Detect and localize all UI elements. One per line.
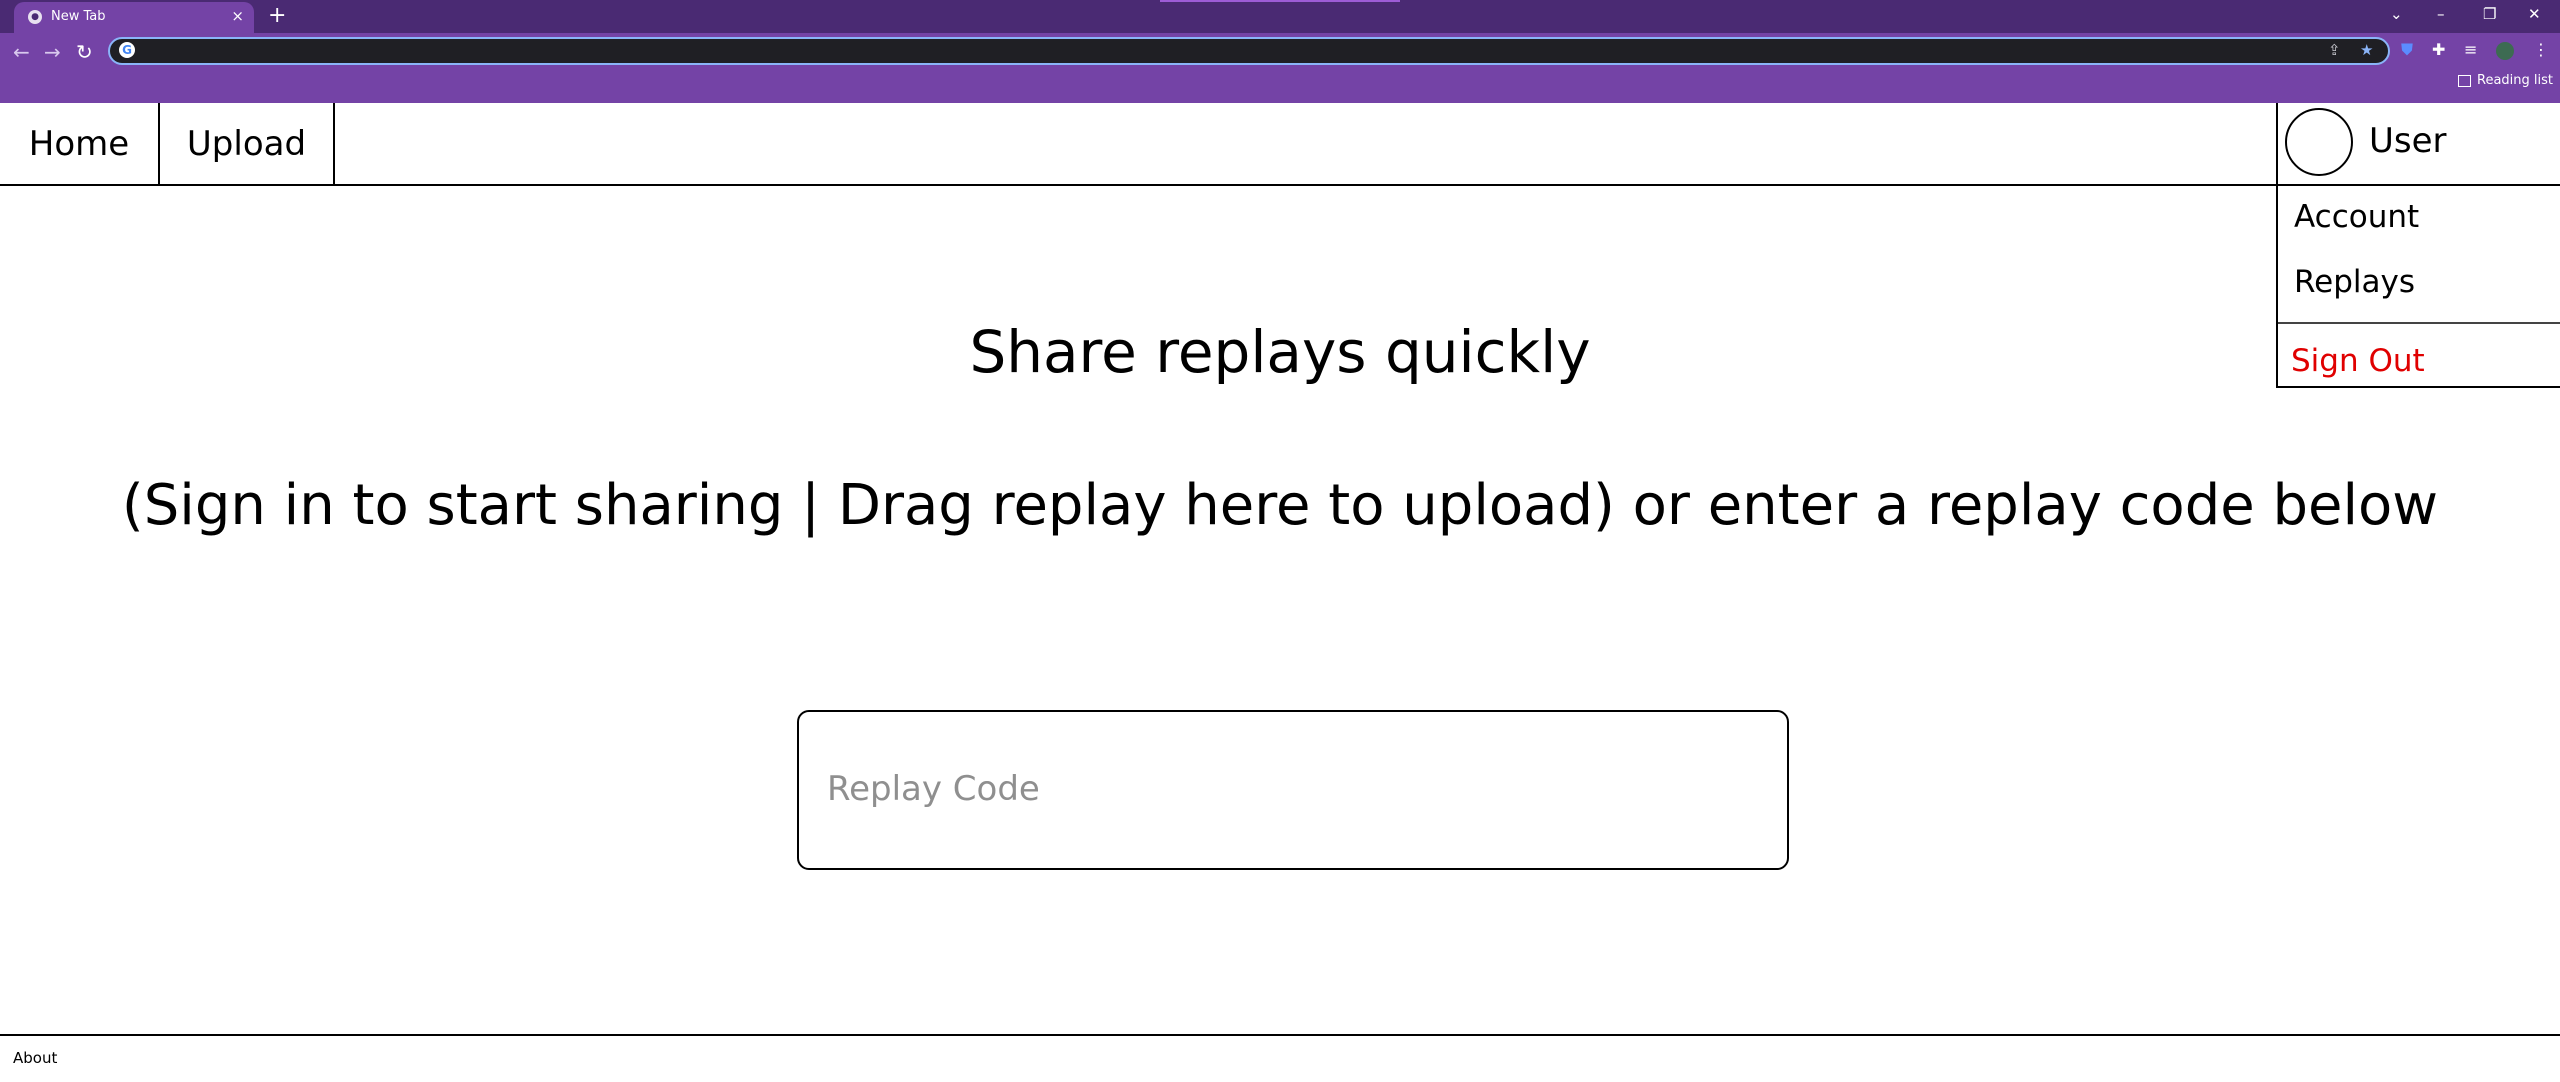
avatar (2285, 108, 2353, 176)
puzzle-icon[interactable]: ✚ (2432, 41, 2445, 59)
star-icon[interactable]: ★ (2360, 41, 2373, 59)
page-title: Share replays quickly (969, 318, 1591, 386)
close-window-icon[interactable]: ✕ (2528, 4, 2541, 24)
user-name: User (2369, 121, 2447, 161)
nav-upload-link[interactable]: Upload (160, 103, 335, 184)
replay-code-input[interactable] (825, 758, 1749, 820)
tab-search-icon[interactable]: ⌄ (2390, 4, 2403, 24)
google-icon: G (119, 42, 135, 58)
tab-close-icon[interactable]: × (231, 7, 244, 25)
menu-item-account[interactable]: Account (2294, 199, 2419, 235)
footer-about-link[interactable]: About (13, 1049, 57, 1067)
share-icon[interactable]: ⇪ (2328, 41, 2341, 59)
browser-toolbar: ← → ↻ G ⇪ ★ ⛊ ✚ ≡ ⋮ Reading list (0, 33, 2560, 103)
restore-icon[interactable]: ❐ (2483, 4, 2496, 24)
replay-code-box[interactable] (797, 710, 1789, 870)
new-tab-icon[interactable]: + (268, 4, 286, 28)
tab-new-tab[interactable]: ● New Tab × (14, 2, 254, 33)
back-icon[interactable]: ← (13, 41, 30, 63)
bitwarden-icon[interactable]: ⛊ (2401, 41, 2413, 59)
media-icon[interactable]: ≡ (2464, 41, 2477, 59)
reload-icon[interactable]: ↻ (76, 41, 93, 63)
site-nav: Home Upload User (0, 103, 2560, 186)
reading-list-icon (2458, 74, 2471, 87)
minimize-icon[interactable]: – (2437, 4, 2445, 24)
upload-drop-zone-text[interactable]: (Sign in to start sharing | Drag replay … (0, 473, 2560, 538)
tab-title: New Tab (51, 9, 106, 24)
site-footer: About (0, 1034, 2560, 1082)
chrome-favicon-icon: ● (28, 10, 42, 24)
reading-list-label: Reading list (2477, 73, 2553, 88)
nav-home-label: Home (28, 123, 130, 164)
tab-drag-indicator (1160, 0, 1400, 2)
address-bar[interactable]: G ⇪ ★ (108, 37, 2390, 65)
nav-upload-label: Upload (186, 123, 307, 164)
menu-item-replays[interactable]: Replays (2294, 264, 2415, 300)
forward-icon[interactable]: → (44, 41, 61, 63)
menu-icon[interactable]: ⋮ (2533, 41, 2549, 59)
profile-icon[interactable] (2496, 42, 2514, 60)
nav-home-link[interactable]: Home (0, 103, 160, 184)
reading-list-button[interactable]: Reading list (2458, 73, 2553, 88)
user-menu-toggle[interactable]: User (2276, 103, 2560, 184)
browser-tabstrip: ● New Tab × + ⌄ – ❐ ✕ (0, 0, 2560, 33)
